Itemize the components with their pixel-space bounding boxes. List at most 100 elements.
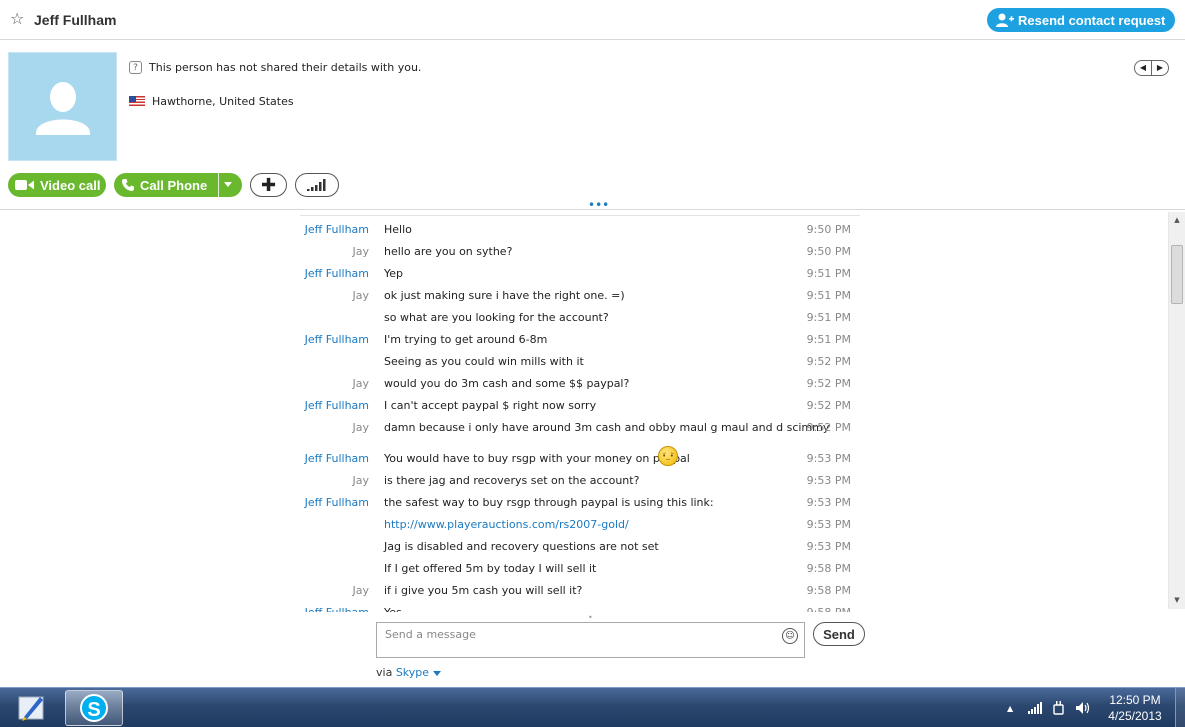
taskbar-pen-app[interactable]: [8, 690, 56, 726]
call-phone-button[interactable]: Call Phone: [114, 173, 242, 197]
favorite-star-icon[interactable]: ☆: [10, 10, 24, 28]
message-sender[interactable]: Jay: [353, 243, 370, 261]
windows-taskbar: S ▲ 12:50 PM 4/25/2013: [0, 687, 1185, 727]
taskbar-clock[interactable]: 12:50 PM 4/25/2013: [1102, 692, 1168, 724]
via-dropdown-icon[interactable]: [433, 670, 442, 676]
volume-icon[interactable]: [1076, 702, 1090, 714]
message-text: if i give you 5m cash you will sell it?: [384, 584, 583, 597]
message-text: Yes: [384, 604, 402, 612]
call-phone-label: Call Phone: [140, 177, 208, 193]
contact-name: Jeff Fullham: [34, 12, 117, 28]
via-selector: via Skype: [376, 666, 442, 679]
skype-logo-icon: S: [80, 694, 108, 722]
message-sender[interactable]: Jeff Fullham: [305, 331, 369, 349]
resize-grip-icon[interactable]: •: [588, 613, 593, 622]
location: Hawthorne, United States: [152, 94, 294, 108]
call-quality-button[interactable]: [295, 173, 339, 197]
message-text: damn because i only have around 3m cash …: [384, 421, 830, 434]
emoticon-icon[interactable]: ☺: [782, 628, 798, 644]
signal-bars-icon: [307, 179, 326, 191]
message-time: 9:50 PM: [806, 223, 851, 236]
chat-scrollbar[interactable]: ▲ ▼: [1168, 212, 1185, 609]
chat-message: Seeing as you could win mills with it 9:5…: [300, 353, 860, 371]
chat-message: Jeff Fullham Yep 9:51 PM: [300, 265, 860, 283]
message-text: If I get offered 5m by today I will sell…: [384, 562, 597, 575]
chat-message: Jay is there jag and recoverys set on the…: [300, 472, 860, 490]
chat-message: Jeff Fullham Yes 9:58 PM: [300, 604, 860, 612]
message-sender[interactable]: Jay: [353, 472, 370, 490]
add-contact-icon: [996, 13, 1014, 27]
message-time: 9:51 PM: [806, 311, 851, 324]
show-hidden-icons[interactable]: ▲: [1007, 688, 1013, 727]
chat-message: Jeff Fullham Hello 9:50 PM: [300, 221, 860, 239]
chat-message: Jay hello are you on sythe? 9:50 PM: [300, 243, 860, 261]
message-sender[interactable]: Jay: [353, 419, 370, 437]
send-button[interactable]: Send: [813, 622, 865, 646]
plus-icon: ✚: [260, 174, 277, 196]
message-time: 9:58 PM: [806, 562, 851, 575]
message-text: I'm trying to get around 6-8m: [384, 333, 548, 346]
message-sender[interactable]: Jeff Fullham: [305, 494, 369, 512]
show-desktop-button[interactable]: [1175, 688, 1185, 727]
message-sender[interactable]: Jay: [353, 287, 370, 305]
message-text: hello are you on sythe?: [384, 245, 513, 258]
phone-icon: [122, 179, 134, 191]
resend-contact-request-button[interactable]: Resend contact request: [987, 8, 1175, 32]
message-time: 9:58 PM: [806, 584, 851, 597]
chat-message: If I get offered 5m by today I will sell…: [300, 560, 860, 578]
scroll-thumb[interactable]: [1171, 245, 1183, 304]
message-sender[interactable]: Jeff Fullham: [305, 221, 369, 239]
message-sender[interactable]: Jeff Fullham: [305, 397, 369, 415]
power-plug-icon[interactable]: [1052, 701, 1066, 715]
message-placeholder: Send a message: [385, 628, 476, 641]
call-options-dropdown-icon[interactable]: [224, 182, 232, 187]
chat-history: Jeff Fullham Hello 9:50 PM Jay hello are you…: [300, 215, 860, 612]
default-avatar-icon: [36, 82, 90, 135]
resend-label: Resend contact request: [1018, 12, 1166, 28]
info-question-icon: ?: [129, 61, 142, 74]
message-text: is there jag and recoverys set on the ac…: [384, 474, 640, 487]
message-text: Hello: [384, 223, 412, 236]
message-input[interactable]: Send a message: [376, 622, 805, 658]
button-separator: [218, 173, 219, 197]
profile-nav-arrows: ◀ ▶: [1134, 60, 1169, 76]
scroll-up-icon[interactable]: ▲: [1169, 212, 1185, 229]
message-text: would you do 3m cash and some $$ paypal?: [384, 377, 630, 390]
video-call-button[interactable]: Video call: [8, 173, 106, 197]
scroll-down-icon[interactable]: ▼: [1169, 592, 1185, 609]
message-link[interactable]: http://www.playerauctions.com/rs2007-gol…: [384, 516, 629, 534]
prev-arrow-icon[interactable]: ◀: [1135, 61, 1152, 75]
message-text: so what are you looking for the account?: [384, 311, 609, 324]
video-call-label: Video call: [40, 177, 101, 193]
message-time: 9:51 PM: [806, 333, 851, 346]
taskbar-skype-app[interactable]: S: [65, 690, 123, 726]
message-time: 9:50 PM: [806, 245, 851, 258]
pen-app-icon: [18, 696, 44, 721]
add-people-button[interactable]: ✚: [250, 173, 287, 197]
message-text: Yep: [384, 267, 404, 280]
message-text: Seeing as you could win mills with it: [384, 355, 584, 368]
message-text: You would have to buy rsgp with your mon…: [384, 452, 690, 465]
chat-message: Jay would you do 3m cash and some $$ payp…: [300, 375, 860, 393]
message-sender[interactable]: Jeff Fullham: [305, 450, 369, 468]
network-signal-icon[interactable]: [1028, 702, 1042, 714]
chat-message: Jeff Fullham I'm trying to get around 6-8…: [300, 331, 860, 349]
message-sender[interactable]: Jay: [353, 375, 370, 393]
message-text: Jag is disabled and recovery questions a…: [384, 540, 659, 553]
via-skype-link[interactable]: Skype: [396, 666, 429, 679]
message-sender[interactable]: Jeff Fullham: [305, 265, 369, 283]
message-time: 9:52 PM: [806, 377, 851, 390]
clock-date: 4/25/2013: [1108, 709, 1162, 723]
message-time: 9:58 PM: [807, 604, 851, 612]
next-arrow-icon[interactable]: ▶: [1152, 61, 1168, 75]
message-time: 9:51 PM: [806, 289, 851, 302]
message-sender[interactable]: Jay: [353, 582, 370, 600]
conversation-header: ☆ Jeff Fullham Resend contact request: [0, 0, 1185, 40]
chat-message: http://www.playerauctions.com/rs2007-gol…: [300, 516, 860, 534]
message-text: the safest way to buy rsgp through paypa…: [384, 496, 714, 509]
message-text: ok just making sure i have the right one…: [384, 289, 625, 302]
message-time: 9:53 PM: [806, 474, 851, 487]
message-sender[interactable]: Jeff Fullham: [305, 604, 369, 612]
details-note: This person has not shared their details…: [149, 61, 422, 74]
chat-message: Jag is disabled and recovery questions a…: [300, 538, 860, 556]
